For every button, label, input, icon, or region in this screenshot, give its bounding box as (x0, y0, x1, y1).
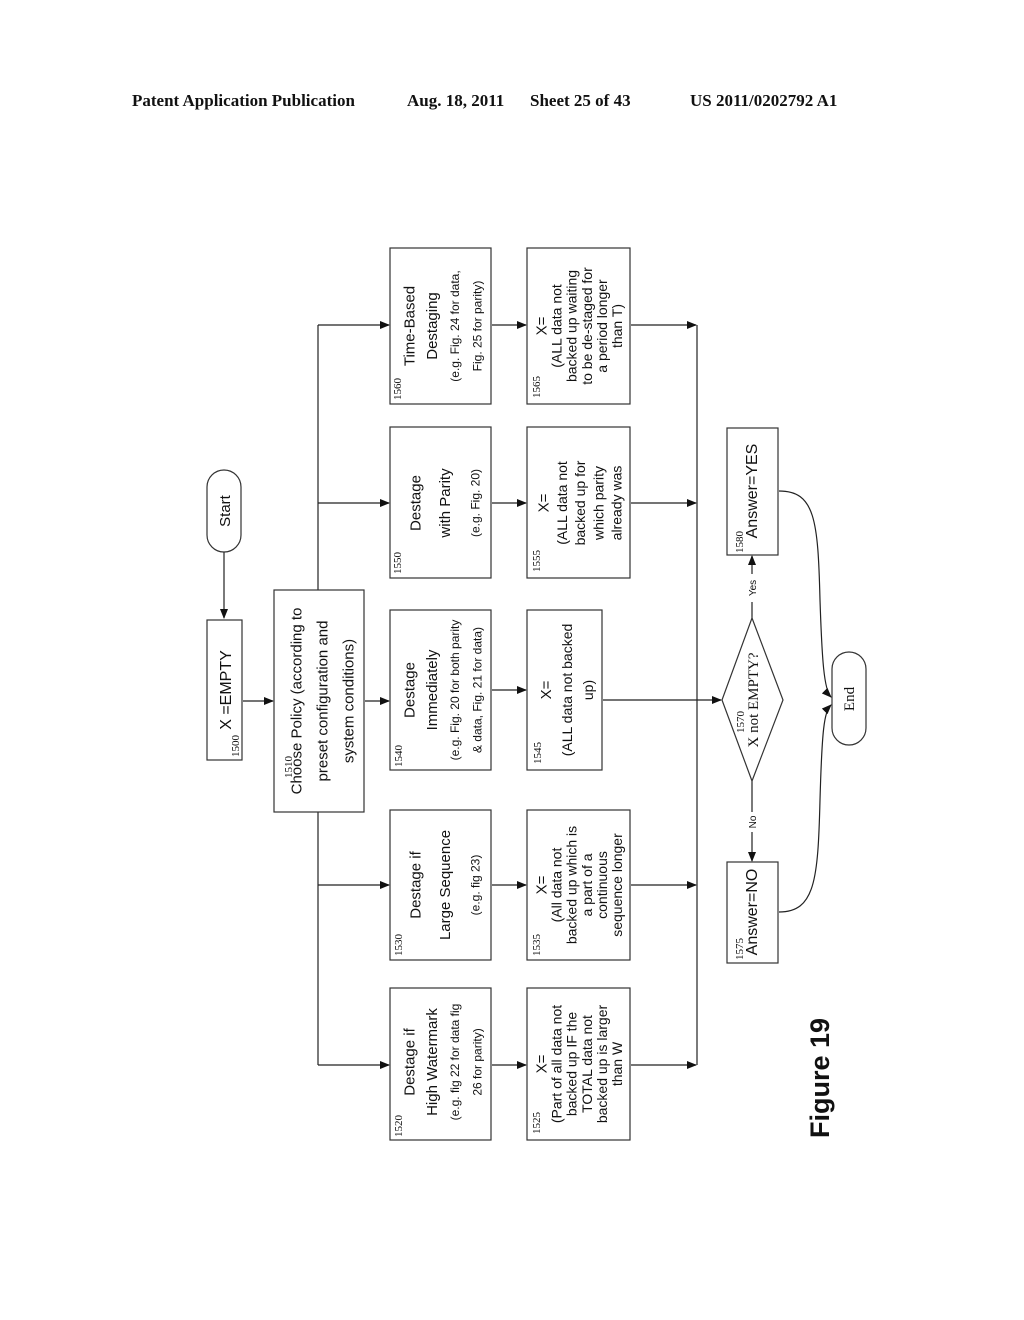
node-text: Destage if (402, 1027, 419, 1095)
end-node: End (831, 651, 867, 746)
edge-1580-end (778, 490, 832, 698)
node-1535: 1535 X= (All data not backed up which is… (526, 809, 631, 961)
node-text: Answer=YES (744, 444, 761, 539)
node-1530: 1530 Destage if Large Sequence (e.g. fig… (389, 809, 492, 961)
node-text: (Part of all data not (549, 1005, 565, 1123)
node-id: 1565 (531, 376, 543, 399)
node-1565: 1565 X= (ALL data not backed up waiting … (526, 247, 631, 405)
node-id: 1550 (392, 552, 404, 575)
node-text: High Watermark (424, 1008, 441, 1116)
node-id: 1500 (230, 735, 242, 758)
node-text: backed up waiting (564, 270, 580, 382)
yes-label: Yes (748, 580, 759, 596)
figure-label: Figure 19 (805, 1018, 835, 1138)
node-text: Fig. 25 for parity) (470, 281, 484, 372)
node-text: backed up which is (564, 826, 580, 944)
node-text: Time-Based (402, 286, 419, 366)
no-label: No (748, 815, 759, 828)
node-id: 1540 (393, 745, 405, 768)
node-text: backed up IF the (564, 1012, 580, 1117)
node-1555: 1555 X= (ALL data not backed up for whic… (526, 426, 631, 579)
node-1550: 1550 Destage with Parity (e.g. Fig. 20) (389, 426, 492, 579)
node-text: & data, Fig. 21 for data) (470, 627, 484, 753)
node-text: up) (580, 680, 596, 700)
node-text: Large Sequence (437, 830, 454, 940)
node-text: Choose Policy (according to (289, 608, 306, 795)
node-1570-decision: 1570 X not EMPTY? (721, 616, 784, 783)
node-text: 26 for parity) (470, 1028, 484, 1095)
node-text: already was (608, 466, 624, 541)
node-text: Answer=NO (744, 869, 761, 956)
node-text: than T) (609, 304, 625, 348)
node-text: Destage (407, 475, 424, 531)
node-text: (All data not (549, 848, 565, 923)
node-text: Destaging (424, 292, 441, 360)
node-1520: 1520 Destage if High Watermark (e.g. fig… (389, 987, 492, 1141)
node-text: backed up for (572, 460, 588, 545)
node-1500: 1500 X =EMPTY (206, 619, 243, 761)
node-text: Destage (402, 662, 419, 718)
node-text: X= (538, 680, 555, 699)
edge-1575-end (778, 704, 832, 913)
node-text: Immediately (424, 649, 441, 730)
node-id: 1530 (393, 934, 405, 957)
node-text: (ALL data not (549, 284, 565, 368)
node-text: X =EMPTY (218, 650, 235, 730)
node-text: a period longer (594, 279, 610, 373)
node-text: (e.g. fig 22 for data fig (448, 1004, 462, 1121)
node-1545: 1545 X= (ALL data not backed up) (526, 609, 603, 771)
start-node: Start (206, 469, 242, 553)
node-id: 1545 (532, 742, 544, 765)
node-text: TOTAL data not (579, 1015, 595, 1113)
node-text: backed up is larger (594, 1005, 610, 1124)
node-text: (e.g. Fig. 20 for both parity (448, 620, 462, 761)
node-text: (e.g. Fig. 24 for data, (448, 270, 462, 381)
node-text: continuous (594, 851, 610, 919)
node-id: 1535 (531, 934, 543, 957)
node-text: (e.g. fig 23) (469, 855, 483, 916)
node-text: Destage if (407, 850, 424, 918)
node-1575: 1575 Answer=NO (726, 861, 779, 964)
node-1525: 1525 X= (Part of all data not backed up … (526, 987, 631, 1141)
node-id: 1555 (531, 550, 543, 573)
end-label: End (842, 686, 858, 711)
node-text: X= (536, 493, 553, 512)
start-label: Start (217, 494, 234, 527)
node-1510: 1510 Choose Policy (according to preset … (273, 589, 365, 813)
node-text: sequence longer (609, 833, 625, 937)
node-1580: 1580 Answer=YES (726, 427, 779, 556)
node-id: 1525 (531, 1112, 543, 1135)
node-text: (ALL data not backed (559, 624, 575, 757)
node-1540: 1540 Destage Immediately (e.g. Fig. 20 f… (389, 609, 492, 771)
node-text: which parity (590, 466, 606, 541)
node-text: (e.g. Fig. 20) (469, 469, 483, 537)
node-text: a part of a (579, 853, 595, 916)
node-text: (ALL data not (554, 461, 570, 545)
node-text: to be de-staged for (579, 267, 595, 385)
node-id: 1560 (392, 378, 404, 401)
node-text: X not EMPTY? (746, 652, 762, 747)
node-text: with Parity (437, 468, 454, 539)
flowchart: Start 1500 X =EMPTY 1510 Choose Policy (… (206, 247, 867, 1141)
node-1560: 1560 Time-Based Destaging (e.g. Fig. 24 … (389, 247, 492, 405)
node-text: than W (609, 1041, 625, 1086)
node-text: preset configuration and (315, 621, 332, 782)
node-id: 1520 (393, 1115, 405, 1138)
node-text: system conditions) (341, 639, 358, 763)
